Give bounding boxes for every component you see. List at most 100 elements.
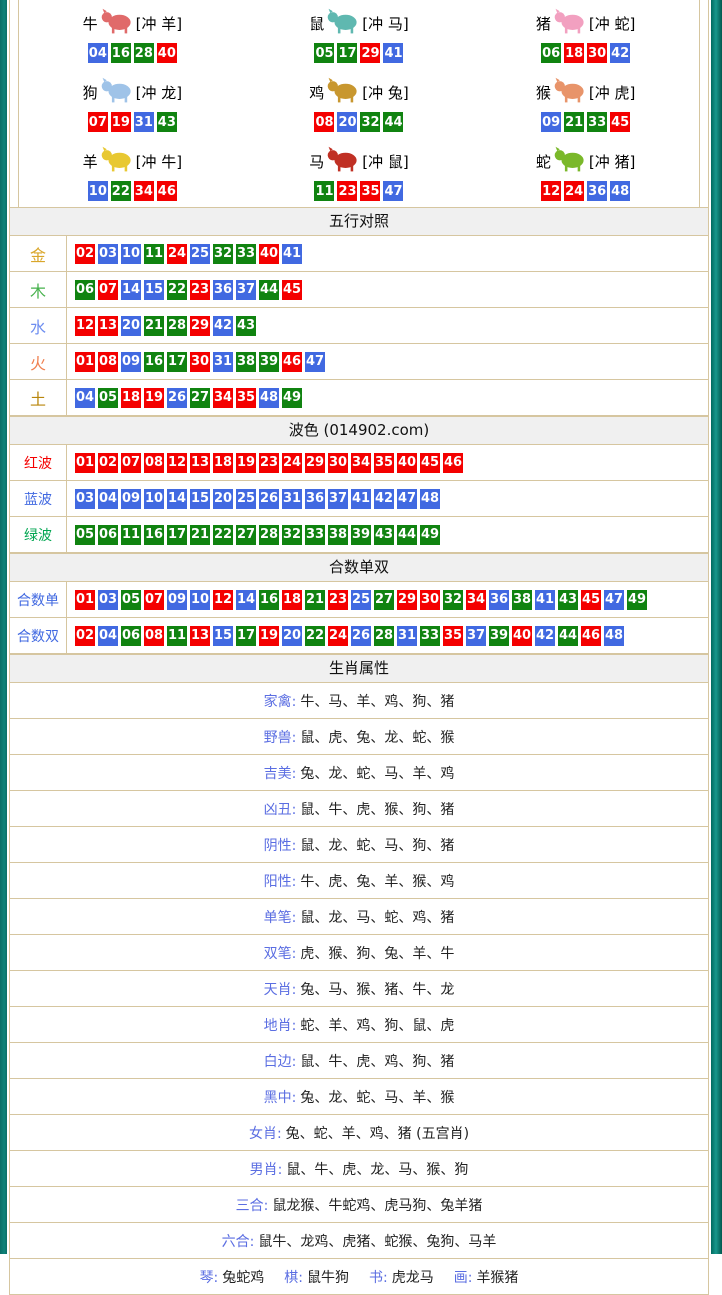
number-ball: 29 (360, 43, 380, 63)
zodiac-attributes-header: 生肖属性 (10, 654, 708, 683)
attribute-label: 单笔: (264, 907, 297, 927)
number-ball: 27 (190, 388, 210, 408)
attribute-label: 棋: (284, 1267, 303, 1287)
number-ball: 27 (236, 525, 256, 545)
number-ball: 47 (383, 181, 403, 201)
number-ball: 02 (75, 626, 95, 646)
number-ball: 03 (98, 244, 118, 264)
number-ball: 46 (282, 352, 302, 372)
number-ball: 04 (75, 388, 95, 408)
zodiac-label: 蛇[冲 猪] (536, 144, 636, 178)
number-ball: 38 (512, 590, 532, 610)
number-ball: 28 (167, 316, 187, 336)
number-ball: 44 (259, 280, 279, 300)
number-ball: 22 (305, 626, 325, 646)
attribute-groups-row: 琴:兔蛇鸡棋:鼠牛狗书:虎龙马画:羊猴猪 (10, 1259, 708, 1295)
number-ball: 35 (236, 388, 256, 408)
number-ball: 34 (213, 388, 233, 408)
number-ball: 35 (374, 453, 394, 473)
attribute-value: 鼠牛、龙鸡、虎猪、蛇猴、兔狗、马羊 (258, 1231, 496, 1251)
number-ball: 03 (98, 590, 118, 610)
left-teal-border (0, 0, 7, 1254)
page: 牛[冲 羊]04162840鼠[冲 马]05172941猪[冲 蛇]061830… (0, 0, 722, 1254)
sections: 五行对照金02031011242532334041木06071415222336… (10, 207, 708, 1295)
zodiac-number-list: 12243648 (541, 181, 630, 201)
number-ball: 48 (420, 489, 440, 509)
number-ball: 37 (328, 489, 348, 509)
number-ball: 39 (351, 525, 371, 545)
number-ball: 42 (610, 43, 630, 63)
attribute-group: 琴:兔蛇鸡 (200, 1267, 265, 1287)
number-ball: 29 (190, 316, 210, 336)
attribute-row: 阴性:鼠、龙、蛇、马、狗、猪 (10, 827, 708, 863)
zodiac-clash-text: [冲 兔] (362, 82, 408, 103)
zodiac-animal-name: 狗 (83, 82, 98, 103)
zodiac-number-list: 11233547 (314, 181, 403, 201)
number-list: 02031011242532334041 (67, 244, 302, 264)
number-ball: 33 (236, 244, 256, 264)
number-ball: 03 (75, 489, 95, 509)
number-ball: 10 (190, 590, 210, 610)
horse-icon (326, 146, 360, 177)
number-ball: 21 (190, 525, 210, 545)
number-ball: 21 (144, 316, 164, 336)
number-ball: 24 (328, 626, 348, 646)
number-ball: 12 (213, 590, 233, 610)
number-ball: 18 (213, 453, 233, 473)
number-ball: 31 (397, 626, 417, 646)
attribute-value: 牛、马、羊、鸡、狗、猪 (300, 691, 454, 711)
number-ball: 47 (397, 489, 417, 509)
right-teal-border (711, 0, 722, 1254)
number-ball: 17 (236, 626, 256, 646)
number-ball: 46 (581, 626, 601, 646)
attribute-row: 地肖:蛇、羊、鸡、狗、鼠、虎 (10, 1007, 708, 1043)
attribute-label: 画: (454, 1267, 473, 1287)
row-label: 合数单 (10, 582, 67, 617)
zodiac-cell: 猴[冲 虎]09213345 (472, 69, 699, 138)
number-ball: 37 (236, 280, 256, 300)
attribute-label: 阴性: (264, 835, 297, 855)
attribute-group: 书:虎龙马 (369, 1267, 434, 1287)
zodiac-label: 狗[冲 龙] (83, 75, 183, 109)
number-ball: 25 (236, 489, 256, 509)
number-ball: 09 (121, 489, 141, 509)
attribute-value: 兔、龙、蛇、马、羊、猴 (300, 1087, 454, 1107)
attribute-row: 男肖:鼠、牛、虎、龙、马、猴、狗 (10, 1151, 708, 1187)
number-ball: 06 (121, 626, 141, 646)
row-label: 木 (10, 272, 67, 307)
number-ball: 06 (98, 525, 118, 545)
number-ball: 13 (190, 453, 210, 473)
pig-icon (553, 8, 587, 39)
five-elements-header: 五行对照 (10, 207, 708, 236)
attribute-value: 兔、蛇、羊、鸡、猪 (五宫肖) (286, 1123, 469, 1143)
attribute-value: 虎龙马 (392, 1267, 434, 1287)
five-elements-row: 金02031011242532334041 (10, 236, 708, 272)
number-ball: 24 (564, 181, 584, 201)
number-ball: 26 (167, 388, 187, 408)
number-ball: 42 (213, 316, 233, 336)
number-ball: 12 (541, 181, 561, 201)
row-label: 合数双 (10, 618, 67, 653)
zodiac-label: 羊[冲 牛] (83, 144, 183, 178)
number-ball: 33 (305, 525, 325, 545)
number-ball: 13 (98, 316, 118, 336)
number-ball: 38 (328, 525, 348, 545)
zodiac-animal-name: 猴 (536, 82, 551, 103)
attribute-label: 白边: (264, 1051, 297, 1071)
number-ball: 09 (541, 112, 561, 132)
wave-color-header: 波色 (014902.com) (10, 416, 708, 445)
number-ball: 22 (167, 280, 187, 300)
number-ball: 45 (420, 453, 440, 473)
zodiac-cell: 马[冲 鼠]11233547 (246, 138, 473, 207)
number-ball: 31 (282, 489, 302, 509)
attribute-label: 野兽: (264, 727, 297, 747)
zodiac-animal-name: 鼠 (309, 13, 324, 34)
zodiac-cell: 羊[冲 牛]10223446 (19, 138, 246, 207)
number-ball: 27 (374, 590, 394, 610)
number-ball: 01 (75, 590, 95, 610)
number-ball: 21 (305, 590, 325, 610)
attribute-row: 黑中:兔、龙、蛇、马、羊、猴 (10, 1079, 708, 1115)
ox-icon (100, 8, 134, 39)
number-ball: 28 (134, 43, 154, 63)
number-ball: 16 (259, 590, 279, 610)
